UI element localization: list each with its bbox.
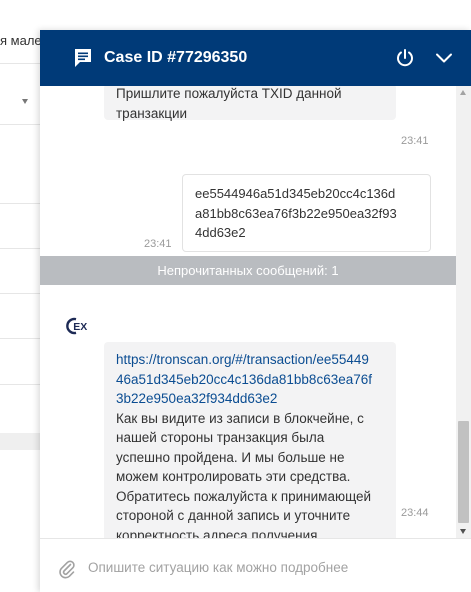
message-line: Обратитесь пожалуйста к принимающей [116,488,372,504]
power-icon[interactable] [394,47,416,69]
chevron-down-icon[interactable] [434,50,454,66]
message-line: транзакции [116,105,188,121]
unread-separator: Непрочитанных сообщений: 1 [40,256,456,285]
background-caret-icon[interactable] [22,99,28,104]
message-line: стороной с данной запись и уточните [116,508,351,523]
cex-logo-icon: EX [66,317,87,335]
message-scrollbar[interactable] [456,86,471,538]
scrollbar-thumb[interactable] [458,421,469,523]
transaction-link[interactable]: https://tronscan.org/#/transaction/ee554… [116,350,384,409]
message-line: ee5544946a51d345eb20cc4c136d [195,186,396,201]
message-line: 4dd63e2 [195,225,246,240]
chat-header: Case ID #77296350 [40,30,471,86]
background-divider [0,338,40,339]
message-time: 23:44 [401,507,429,519]
paperclip-icon[interactable] [59,559,75,579]
outgoing-message: ee5544946a51d345eb20cc4c136d a81bb8c63ea… [182,174,431,252]
background-block [0,433,40,450]
background-divider [0,248,40,249]
message-input[interactable] [88,554,448,580]
message-line: нашей стороны транзакция была [116,430,325,445]
message-line: Как вы видите из записи в блокчейне, с [116,410,364,426]
message-line: a81bb8c63ea76f3b22e950ea32f93 [195,205,397,221]
message-time: 23:41 [401,135,429,147]
chat-bubble-icon [75,49,91,67]
scroll-down-arrow-icon[interactable] [460,529,466,534]
link-line: 46a51d345eb20cc4c136da81bb8c63ea76f [116,371,372,387]
scroll-up-arrow-icon[interactable] [460,90,466,95]
case-title: Case ID #77296350 [104,49,248,66]
svg-text:EX: EX [73,321,87,333]
chat-widget: Case ID #77296350 Пришлите пожалуйста TX… [40,30,471,592]
background-divider [0,63,40,64]
link-line: https://tronscan.org/#/transaction/ee554… [116,352,369,367]
message-line: корректность адреса получения [116,527,318,539]
message-list[interactable]: Пришлите пожалуйста TXID данной транзакц… [40,86,471,538]
message-time: 23:41 [144,238,172,250]
background-text: я мале [0,33,42,48]
message-line: Пришлите пожалуйста TXID данной [116,86,342,101]
background-divider [0,203,40,204]
message-composer [40,538,471,592]
incoming-message: https://tronscan.org/#/transaction/ee554… [104,342,396,538]
background-divider [0,384,40,385]
incoming-message: Пришлите пожалуйста TXID данной транзакц… [104,86,396,121]
link-line: 3b22e950ea32f934dd63e2 [116,391,278,406]
background-divider [0,293,40,294]
background-divider [0,124,40,125]
message-line: успешно пройдена. И мы больше не [116,449,345,465]
message-line: можем контролировать эти средства. [116,469,351,484]
